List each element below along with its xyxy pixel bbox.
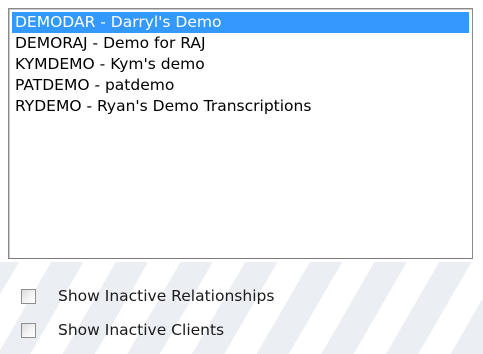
show-inactive-relationships-row[interactable]: Show Inactive Relationships: [21, 285, 274, 307]
client-selection-panel: DEMODAR - Darryl's Demo DEMORAJ - Demo f…: [0, 0, 483, 354]
show-inactive-clients-checkbox[interactable]: [21, 322, 36, 338]
show-inactive-relationships-checkbox[interactable]: [21, 288, 36, 304]
client-list-items: DEMODAR - Darryl's Demo DEMORAJ - Demo f…: [12, 12, 469, 117]
show-inactive-clients-label[interactable]: Show Inactive Clients: [58, 321, 224, 339]
list-item-rydemo[interactable]: RYDEMO - Ryan's Demo Transcriptions: [12, 96, 469, 117]
list-item-demodar[interactable]: DEMODAR - Darryl's Demo: [12, 12, 469, 33]
show-inactive-clients-row[interactable]: Show Inactive Clients: [21, 319, 224, 341]
list-item-demoraj[interactable]: DEMORAJ - Demo for RAJ: [12, 33, 469, 54]
list-item-kymdemo[interactable]: KYMDEMO - Kym's demo: [12, 54, 469, 75]
list-item-patdemo[interactable]: PATDEMO - patdemo: [12, 75, 469, 96]
client-listbox[interactable]: DEMODAR - Darryl's Demo DEMORAJ - Demo f…: [8, 8, 473, 259]
show-inactive-relationships-label[interactable]: Show Inactive Relationships: [58, 287, 274, 305]
